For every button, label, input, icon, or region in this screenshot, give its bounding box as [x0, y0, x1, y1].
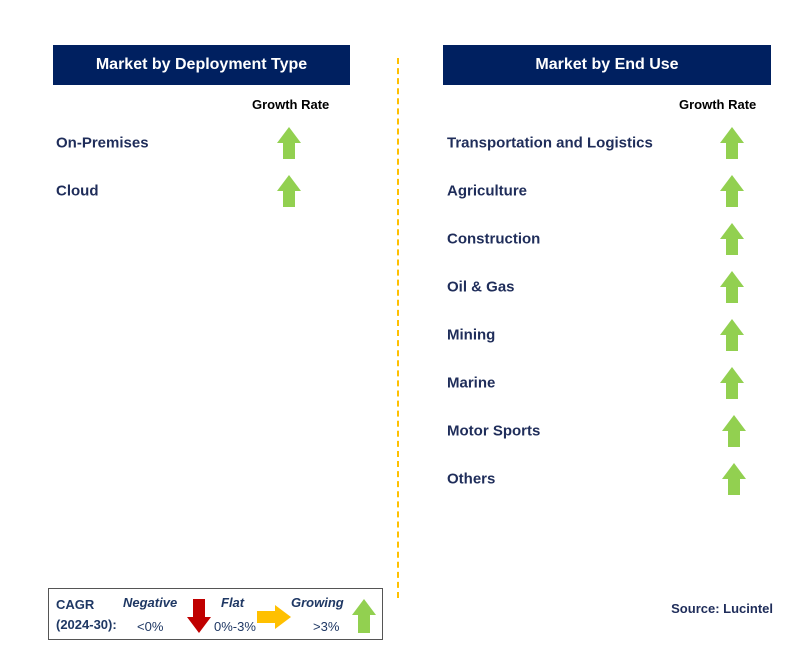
flat-label: Flat — [221, 595, 245, 610]
segment-label: Others — [447, 470, 496, 488]
cagr-period: (2024-30): — [56, 617, 117, 632]
segment-label: Cloud — [56, 182, 99, 200]
growing-range: >3% — [313, 619, 340, 634]
segment-label: On-Premises — [56, 134, 149, 152]
negative-range: <0% — [137, 619, 164, 634]
cagr-legend: CAGR (2024-30): Negative <0% Flat 0%-3% … — [48, 588, 383, 640]
segment-label: Agriculture — [447, 182, 528, 200]
segment-label: Motor Sports — [447, 422, 541, 440]
growth-rate-label: Growth Rate — [252, 97, 330, 112]
divider — [397, 58, 399, 598]
arrow-up-icon — [720, 175, 744, 207]
flat-range: 0%-3% — [214, 619, 256, 634]
segment-label: Oil & Gas — [447, 278, 515, 296]
arrow-up-icon — [720, 367, 744, 399]
arrow-up-icon — [722, 463, 746, 495]
segment-label: Marine — [447, 374, 496, 392]
arrow-up-icon — [720, 319, 744, 351]
arrow-up-icon — [352, 599, 376, 633]
arrow-up-icon — [277, 127, 301, 159]
arrow-up-icon — [722, 415, 746, 447]
deployment-type-header: Market by Deployment Type — [53, 45, 350, 85]
segment-label: Mining — [447, 326, 496, 344]
segment-label: Construction — [447, 230, 541, 248]
growth-rate-label: Growth Rate — [679, 97, 757, 112]
growing-label: Growing — [291, 595, 344, 610]
negative-label: Negative — [123, 595, 178, 610]
segment-label: Transportation and Logistics — [447, 134, 653, 152]
arrow-up-icon — [720, 271, 744, 303]
end-use-header: Market by End Use — [443, 45, 771, 85]
source-label: Source: Lucintel — [671, 601, 773, 616]
arrow-up-icon — [720, 223, 744, 255]
arrow-up-icon — [720, 127, 744, 159]
arrow-down-icon — [187, 599, 211, 633]
cagr-label: CAGR — [56, 597, 95, 612]
arrow-up-icon — [277, 175, 301, 207]
arrow-right-icon — [257, 605, 291, 629]
